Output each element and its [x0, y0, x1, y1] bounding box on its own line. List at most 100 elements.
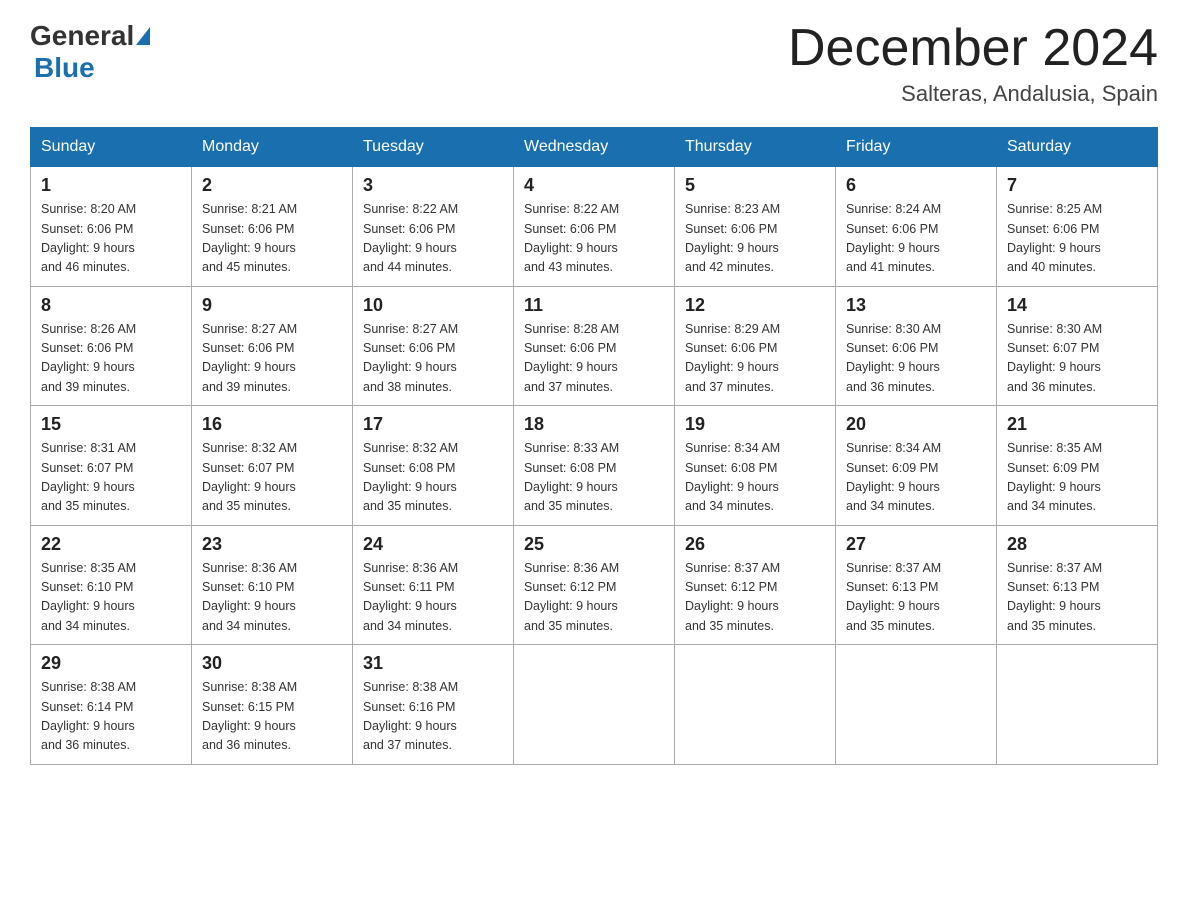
day-info: Sunrise: 8:35 AM Sunset: 6:10 PM Dayligh… [41, 559, 181, 637]
day-number: 26 [685, 534, 825, 555]
day-number: 7 [1007, 175, 1147, 196]
day-info: Sunrise: 8:29 AM Sunset: 6:06 PM Dayligh… [685, 320, 825, 398]
day-info: Sunrise: 8:20 AM Sunset: 6:06 PM Dayligh… [41, 200, 181, 278]
day-number: 15 [41, 414, 181, 435]
day-info: Sunrise: 8:37 AM Sunset: 6:13 PM Dayligh… [846, 559, 986, 637]
day-info: Sunrise: 8:30 AM Sunset: 6:07 PM Dayligh… [1007, 320, 1147, 398]
calendar-day-cell [514, 645, 675, 765]
calendar-day-cell: 17 Sunrise: 8:32 AM Sunset: 6:08 PM Dayl… [353, 406, 514, 526]
day-number: 13 [846, 295, 986, 316]
day-number: 5 [685, 175, 825, 196]
day-info: Sunrise: 8:30 AM Sunset: 6:06 PM Dayligh… [846, 320, 986, 398]
day-info: Sunrise: 8:34 AM Sunset: 6:09 PM Dayligh… [846, 439, 986, 517]
day-number: 10 [363, 295, 503, 316]
day-info: Sunrise: 8:31 AM Sunset: 6:07 PM Dayligh… [41, 439, 181, 517]
calendar-day-cell: 9 Sunrise: 8:27 AM Sunset: 6:06 PM Dayli… [192, 286, 353, 406]
day-info: Sunrise: 8:38 AM Sunset: 6:16 PM Dayligh… [363, 678, 503, 756]
calendar-day-cell: 1 Sunrise: 8:20 AM Sunset: 6:06 PM Dayli… [31, 167, 192, 287]
day-info: Sunrise: 8:25 AM Sunset: 6:06 PM Dayligh… [1007, 200, 1147, 278]
calendar-day-cell: 13 Sunrise: 8:30 AM Sunset: 6:06 PM Dayl… [836, 286, 997, 406]
day-info: Sunrise: 8:32 AM Sunset: 6:07 PM Dayligh… [202, 439, 342, 517]
page-header: General Blue December 2024 Salteras, And… [30, 20, 1158, 107]
calendar-week-row: 8 Sunrise: 8:26 AM Sunset: 6:06 PM Dayli… [31, 286, 1158, 406]
calendar-day-cell: 14 Sunrise: 8:30 AM Sunset: 6:07 PM Dayl… [997, 286, 1158, 406]
title-section: December 2024 Salteras, Andalusia, Spain [788, 20, 1158, 107]
day-info: Sunrise: 8:35 AM Sunset: 6:09 PM Dayligh… [1007, 439, 1147, 517]
calendar-day-cell: 8 Sunrise: 8:26 AM Sunset: 6:06 PM Dayli… [31, 286, 192, 406]
calendar-week-row: 22 Sunrise: 8:35 AM Sunset: 6:10 PM Dayl… [31, 525, 1158, 645]
calendar-day-cell: 22 Sunrise: 8:35 AM Sunset: 6:10 PM Dayl… [31, 525, 192, 645]
day-number: 4 [524, 175, 664, 196]
day-info: Sunrise: 8:33 AM Sunset: 6:08 PM Dayligh… [524, 439, 664, 517]
day-number: 16 [202, 414, 342, 435]
day-info: Sunrise: 8:32 AM Sunset: 6:08 PM Dayligh… [363, 439, 503, 517]
day-number: 27 [846, 534, 986, 555]
logo-triangle-icon [136, 27, 150, 45]
day-info: Sunrise: 8:22 AM Sunset: 6:06 PM Dayligh… [363, 200, 503, 278]
day-info: Sunrise: 8:21 AM Sunset: 6:06 PM Dayligh… [202, 200, 342, 278]
calendar-week-row: 1 Sunrise: 8:20 AM Sunset: 6:06 PM Dayli… [31, 167, 1158, 287]
day-number: 8 [41, 295, 181, 316]
calendar-day-cell: 29 Sunrise: 8:38 AM Sunset: 6:14 PM Dayl… [31, 645, 192, 765]
day-info: Sunrise: 8:26 AM Sunset: 6:06 PM Dayligh… [41, 320, 181, 398]
day-info: Sunrise: 8:22 AM Sunset: 6:06 PM Dayligh… [524, 200, 664, 278]
day-info: Sunrise: 8:36 AM Sunset: 6:11 PM Dayligh… [363, 559, 503, 637]
day-info: Sunrise: 8:24 AM Sunset: 6:06 PM Dayligh… [846, 200, 986, 278]
day-info: Sunrise: 8:37 AM Sunset: 6:12 PM Dayligh… [685, 559, 825, 637]
day-of-week-header: Tuesday [353, 128, 514, 167]
calendar-day-cell [997, 645, 1158, 765]
logo: General Blue [30, 20, 152, 84]
day-info: Sunrise: 8:23 AM Sunset: 6:06 PM Dayligh… [685, 200, 825, 278]
day-info: Sunrise: 8:38 AM Sunset: 6:14 PM Dayligh… [41, 678, 181, 756]
day-info: Sunrise: 8:34 AM Sunset: 6:08 PM Dayligh… [685, 439, 825, 517]
day-number: 24 [363, 534, 503, 555]
day-number: 1 [41, 175, 181, 196]
calendar-day-cell: 3 Sunrise: 8:22 AM Sunset: 6:06 PM Dayli… [353, 167, 514, 287]
calendar-day-cell: 7 Sunrise: 8:25 AM Sunset: 6:06 PM Dayli… [997, 167, 1158, 287]
calendar-day-cell: 15 Sunrise: 8:31 AM Sunset: 6:07 PM Dayl… [31, 406, 192, 526]
day-number: 11 [524, 295, 664, 316]
day-info: Sunrise: 8:28 AM Sunset: 6:06 PM Dayligh… [524, 320, 664, 398]
day-number: 23 [202, 534, 342, 555]
day-number: 18 [524, 414, 664, 435]
calendar-day-cell: 18 Sunrise: 8:33 AM Sunset: 6:08 PM Dayl… [514, 406, 675, 526]
calendar-day-cell: 20 Sunrise: 8:34 AM Sunset: 6:09 PM Dayl… [836, 406, 997, 526]
day-of-week-header: Monday [192, 128, 353, 167]
calendar-week-row: 15 Sunrise: 8:31 AM Sunset: 6:07 PM Dayl… [31, 406, 1158, 526]
calendar-day-cell: 24 Sunrise: 8:36 AM Sunset: 6:11 PM Dayl… [353, 525, 514, 645]
day-info: Sunrise: 8:36 AM Sunset: 6:12 PM Dayligh… [524, 559, 664, 637]
calendar-day-cell: 23 Sunrise: 8:36 AM Sunset: 6:10 PM Dayl… [192, 525, 353, 645]
day-of-week-header: Sunday [31, 128, 192, 167]
calendar-week-row: 29 Sunrise: 8:38 AM Sunset: 6:14 PM Dayl… [31, 645, 1158, 765]
calendar-day-cell: 4 Sunrise: 8:22 AM Sunset: 6:06 PM Dayli… [514, 167, 675, 287]
calendar-header-row: SundayMondayTuesdayWednesdayThursdayFrid… [31, 128, 1158, 167]
day-info: Sunrise: 8:27 AM Sunset: 6:06 PM Dayligh… [202, 320, 342, 398]
calendar-day-cell: 16 Sunrise: 8:32 AM Sunset: 6:07 PM Dayl… [192, 406, 353, 526]
logo-text: General [30, 20, 152, 52]
day-number: 9 [202, 295, 342, 316]
day-number: 17 [363, 414, 503, 435]
day-of-week-header: Friday [836, 128, 997, 167]
calendar-day-cell: 28 Sunrise: 8:37 AM Sunset: 6:13 PM Dayl… [997, 525, 1158, 645]
day-of-week-header: Saturday [997, 128, 1158, 167]
day-number: 31 [363, 653, 503, 674]
day-number: 21 [1007, 414, 1147, 435]
calendar-day-cell: 26 Sunrise: 8:37 AM Sunset: 6:12 PM Dayl… [675, 525, 836, 645]
day-number: 14 [1007, 295, 1147, 316]
day-number: 6 [846, 175, 986, 196]
day-info: Sunrise: 8:27 AM Sunset: 6:06 PM Dayligh… [363, 320, 503, 398]
day-number: 19 [685, 414, 825, 435]
calendar-day-cell [836, 645, 997, 765]
logo-general-text: General [30, 20, 134, 52]
calendar-day-cell: 25 Sunrise: 8:36 AM Sunset: 6:12 PM Dayl… [514, 525, 675, 645]
calendar-day-cell: 12 Sunrise: 8:29 AM Sunset: 6:06 PM Dayl… [675, 286, 836, 406]
month-title: December 2024 [788, 20, 1158, 77]
day-number: 30 [202, 653, 342, 674]
day-number: 12 [685, 295, 825, 316]
calendar-day-cell: 10 Sunrise: 8:27 AM Sunset: 6:06 PM Dayl… [353, 286, 514, 406]
location-subtitle: Salteras, Andalusia, Spain [788, 81, 1158, 107]
day-info: Sunrise: 8:36 AM Sunset: 6:10 PM Dayligh… [202, 559, 342, 637]
calendar-day-cell: 31 Sunrise: 8:38 AM Sunset: 6:16 PM Dayl… [353, 645, 514, 765]
calendar-day-cell: 6 Sunrise: 8:24 AM Sunset: 6:06 PM Dayli… [836, 167, 997, 287]
day-info: Sunrise: 8:37 AM Sunset: 6:13 PM Dayligh… [1007, 559, 1147, 637]
